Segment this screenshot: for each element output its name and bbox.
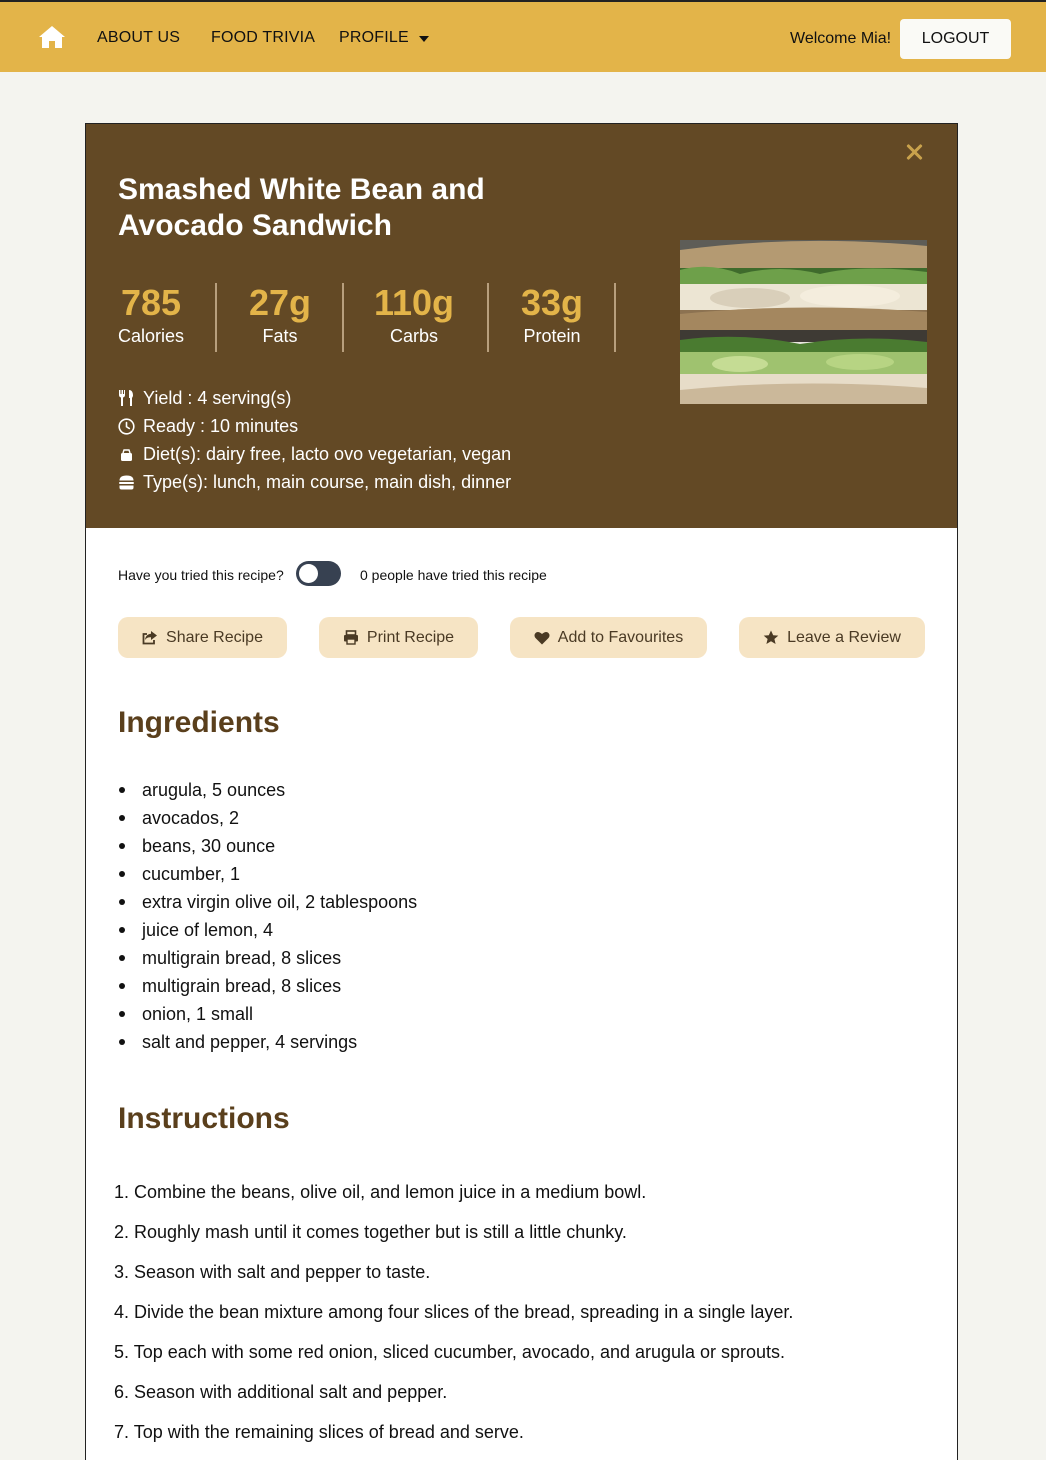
instruction-step: 1. Combine the beans, olive oil, and lem…: [114, 1182, 647, 1202]
meta-yield: Yield : 4 serving(s): [118, 387, 291, 409]
home-icon[interactable]: [38, 24, 66, 50]
stat-label: Calories: [117, 326, 185, 346]
stat-label: Carbs: [389, 326, 438, 346]
share-label: Share Recipe: [166, 628, 263, 646]
stat-value: 27g: [248, 282, 312, 323]
leave-review-button[interactable]: Leave a Review: [739, 617, 925, 658]
ingredient-item: extra virgin olive oil, 2 tablespoons: [118, 888, 417, 916]
stat-divider: [487, 283, 489, 352]
instruction-step: 2. Roughly mash until it comes together …: [114, 1222, 627, 1242]
recipe-hero: Smashed White Bean and Avocado Sandwich …: [86, 124, 957, 528]
utensils-icon: [119, 390, 133, 406]
top-navbar: ABOUT US FOOD TRIVIA PROFILE Welcome Mia…: [0, 0, 1046, 72]
stat-divider: [614, 283, 616, 352]
instructions-heading: Instructions: [118, 1102, 290, 1135]
recipe-title: Smashed White Bean and Avocado Sandwich: [118, 173, 485, 242]
instruction-step: 3. Season with salt and pepper to taste.: [114, 1262, 431, 1282]
yield-text: Yield : 4 serving(s): [143, 387, 292, 408]
stat-calories: 785 Calories: [117, 282, 185, 347]
stat-label: Protein: [523, 326, 581, 346]
stat-protein: 33g Protein: [514, 282, 590, 347]
stat-fats: 27g Fats: [244, 282, 316, 347]
burger-icon: [119, 475, 134, 489]
ingredient-item: beans, 30 ounce: [118, 832, 417, 860]
food-bag-icon: [121, 448, 132, 461]
welcome-text: Welcome Mia!: [790, 30, 892, 47]
close-icon[interactable]: [903, 141, 925, 163]
ingredient-item: juice of lemon, 4: [118, 916, 417, 944]
share-icon: [142, 631, 158, 645]
toggle-knob: [299, 564, 318, 583]
print-label: Print Recipe: [366, 628, 455, 646]
stat-label: Fats: [262, 326, 298, 346]
star-icon: [763, 630, 779, 644]
ingredient-item: onion, 1 small: [118, 1000, 417, 1028]
logout-button[interactable]: LOGOUT: [900, 19, 1011, 59]
heart-icon: [534, 631, 550, 644]
stat-divider: [342, 283, 344, 352]
meta-types: Type(s): lunch, main course, main dish, …: [118, 471, 511, 493]
instructions-list: 1. Combine the beans, olive oil, and lem…: [114, 1172, 793, 1452]
ingredient-item: salt and pepper, 4 servings: [118, 1028, 417, 1056]
ingredient-item: arugula, 5 ounces: [118, 776, 417, 804]
ready-text: Ready : 10 minutes: [143, 415, 299, 436]
meta-ready: Ready : 10 minutes: [118, 415, 298, 437]
stat-value: 33g: [520, 282, 584, 323]
share-recipe-button[interactable]: Share Recipe: [118, 617, 287, 658]
favourite-label: Add to Favourites: [557, 628, 684, 646]
printer-icon: [343, 630, 358, 645]
meta-diets: Diet(s): dairy free, lacto ovo vegetaria…: [118, 443, 511, 465]
ingredient-item: multigrain bread, 8 slices: [118, 972, 417, 1000]
recipe-card: Smashed White Bean and Avocado Sandwich …: [85, 123, 958, 1460]
types-text: Type(s): lunch, main course, main dish, …: [143, 471, 512, 492]
ingredients-list: arugula, 5 ounces avocados, 2 beans, 30 ou…: [118, 776, 417, 1056]
ingredient-item: multigrain bread, 8 slices: [118, 944, 417, 972]
instruction-step: 7. Top with the remaining slices of brea…: [114, 1422, 524, 1442]
diets-text: Diet(s): dairy free, lacto ovo vegetaria…: [143, 443, 512, 464]
instruction-step: 4. Divide the bean mixture among four sl…: [114, 1302, 794, 1322]
review-label: Leave a Review: [787, 628, 901, 646]
clock-icon: [118, 417, 135, 435]
instruction-step: 6. Season with additional salt and peppe…: [114, 1382, 448, 1402]
recipe-photo: [680, 240, 927, 404]
nav-food-trivia[interactable]: FOOD TRIVIA: [211, 29, 315, 47]
tried-count: 0 people have tried this recipe: [360, 567, 547, 583]
stat-value: 110g: [373, 282, 455, 323]
stat-value: 785: [120, 282, 182, 323]
stat-divider: [215, 283, 217, 352]
nav-profile-dropdown[interactable]: PROFILE: [339, 29, 409, 47]
stat-carbs: 110g Carbs: [369, 282, 459, 347]
ingredient-item: cucumber, 1: [118, 860, 417, 888]
tried-toggle[interactable]: [296, 561, 341, 586]
print-recipe-button[interactable]: Print Recipe: [319, 617, 478, 658]
tried-question: Have you tried this recipe?: [118, 567, 284, 583]
add-to-favourites-button[interactable]: Add to Favourites: [510, 617, 707, 658]
ingredient-item: avocados, 2: [118, 804, 417, 832]
nav-about-us[interactable]: ABOUT US: [97, 29, 180, 47]
instruction-step: 5. Top each with some red onion, sliced …: [114, 1342, 786, 1362]
chevron-down-icon[interactable]: [419, 36, 429, 42]
ingredients-heading: Ingredients: [118, 706, 280, 739]
